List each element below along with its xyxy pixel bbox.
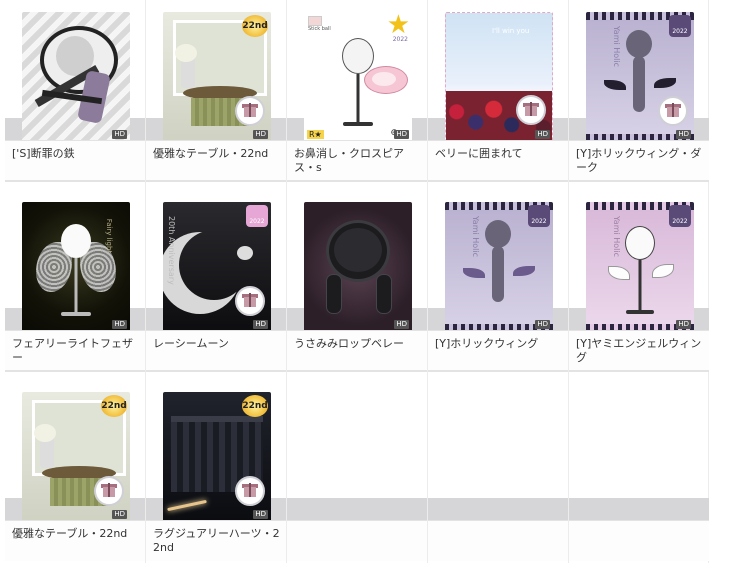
item-thumbnail[interactable]: I'll win you (445, 12, 553, 142)
item-label: ['S]断罪の鉄 (12, 147, 75, 160)
card-band (569, 498, 709, 520)
item-label: [Y]ホリックウィング (435, 337, 539, 350)
hd-tag: HD (112, 130, 127, 139)
item-thumbnail[interactable]: Fairy light (22, 202, 130, 332)
item-label: [Y]ヤミエンジェルウィング (576, 337, 702, 364)
item-thumbnail[interactable] (304, 202, 412, 332)
row-divider (428, 180, 568, 182)
empty-slot (287, 380, 427, 562)
item-card[interactable]: HD ['S]断罪の鉄 (5, 0, 145, 182)
anniversary-badge: 22nd (101, 395, 127, 417)
label-area (287, 520, 427, 561)
item-label: レーシームーン (153, 337, 229, 350)
item-card[interactable]: 22nd HD ラグジュアリーハーツ・22nd (146, 380, 286, 562)
item-card[interactable]: Fairy light HD フェアリーライトフェザー (5, 190, 145, 372)
year-badge: 2022 (392, 36, 408, 43)
item-thumbnail[interactable]: Yami Holic 2022 (445, 202, 553, 332)
gift-icon[interactable] (516, 95, 546, 125)
empty-slot (428, 380, 568, 562)
row-divider (428, 370, 568, 372)
row-divider (287, 180, 427, 182)
thumb-caption: Stick ball (308, 26, 331, 32)
anniversary-badge: 22nd (242, 15, 268, 37)
hd-tag: HD (535, 320, 550, 329)
thumb-caption: I'll win you (492, 27, 530, 35)
item-label: ベリーに囲まれて (435, 147, 523, 160)
hd-tag: HD (253, 510, 268, 519)
empty-slot (569, 380, 709, 562)
hd-tag: HD (676, 130, 691, 139)
item-thumbnail[interactable] (22, 12, 130, 142)
item-thumbnail[interactable]: 20th Anniversary 2022 (163, 202, 271, 332)
gift-icon[interactable] (235, 286, 265, 316)
thumb-caption: Yami Holic (471, 216, 480, 257)
thumb-caption: Yami Holic (612, 26, 621, 67)
item-card[interactable]: 20th Anniversary 2022 HD レーシームーン (146, 190, 286, 372)
year-badge: 2022 (669, 205, 691, 227)
thumb-caption: Fairy light (104, 218, 113, 254)
year-badge: 2022 (669, 15, 691, 37)
hd-tag: HD (394, 130, 409, 139)
item-card[interactable]: Yami Holic 2022 HD [Y]ヤミエンジェルウィング (569, 190, 709, 372)
year-badge: 2022 (528, 205, 550, 227)
row-divider (5, 180, 145, 182)
item-label: 優雅なテーブル・22nd (12, 527, 128, 540)
hd-tag: HD (253, 320, 268, 329)
gift-icon[interactable] (658, 96, 688, 126)
row-divider (569, 180, 709, 182)
hd-tag: HD (253, 130, 268, 139)
row-divider (5, 370, 145, 372)
gift-icon[interactable] (235, 96, 265, 126)
gift-icon[interactable] (94, 476, 124, 506)
item-card[interactable]: I'll win you HD ベリーに囲まれて (428, 0, 568, 182)
label-area (569, 520, 709, 561)
bust-icon (342, 38, 374, 74)
item-card[interactable]: 22nd HD 優雅なテーブル・22nd (146, 0, 286, 182)
hd-tag: HD (112, 320, 127, 329)
item-thumbnail[interactable]: 22nd (163, 12, 271, 142)
hd-tag: HD (112, 510, 127, 519)
year-badge: 2022 (246, 205, 268, 227)
item-card[interactable]: 22nd HD 優雅なテーブル・22nd (5, 380, 145, 562)
row-divider (569, 370, 709, 372)
item-thumbnail[interactable]: Yami Holic 2022 (586, 202, 694, 332)
item-grid: HD ['S]断罪の鉄 22nd HD 優雅なテーブル・22nd Stick b… (5, 0, 709, 563)
thumb-caption: 20th Anniversary (167, 216, 176, 285)
item-card[interactable]: HD うさみみロップベレー (287, 190, 427, 372)
item-thumbnail[interactable]: 22nd (163, 392, 271, 522)
hd-tag: HD (676, 320, 691, 329)
label-area (428, 520, 568, 561)
item-card[interactable]: Stick ball ★ 2022 R★ ⊕ HD お鼻消し・クロスピアス・s (287, 0, 427, 182)
gift-icon[interactable] (235, 476, 265, 506)
item-label: 優雅なテーブル・22nd (153, 147, 269, 160)
card-band (428, 498, 568, 520)
star-icon: ★ (386, 12, 410, 40)
item-card[interactable]: Yami Holic 2022 HD [Y]ホリックウィング・ダーク (569, 0, 709, 182)
anniversary-badge: 22nd (242, 395, 268, 417)
item-thumbnail[interactable]: Stick ball ★ 2022 R★ ⊕ (304, 12, 412, 142)
card-band (287, 498, 427, 520)
hd-tag: HD (535, 130, 550, 139)
thumb-caption: Yami Holic (612, 216, 621, 257)
item-label: フェアリーライトフェザー (12, 337, 133, 364)
item-thumbnail[interactable]: 22nd (22, 392, 130, 522)
row-divider (146, 180, 286, 182)
hd-tag: HD (394, 320, 409, 329)
item-thumbnail[interactable]: Yami Holic 2022 (586, 12, 694, 142)
row-divider (146, 370, 286, 372)
item-card[interactable]: Yami Holic 2022 HD [Y]ホリックウィング (428, 190, 568, 372)
item-label: うさみみロップベレー (294, 337, 404, 350)
item-label: お鼻消し・クロスピアス・s (294, 147, 404, 174)
item-label: [Y]ホリックウィング・ダーク (576, 147, 702, 174)
row-divider (287, 370, 427, 372)
item-label: ラグジュアリーハーツ・22nd (153, 527, 280, 554)
rarity-icon: R★ (307, 130, 324, 139)
